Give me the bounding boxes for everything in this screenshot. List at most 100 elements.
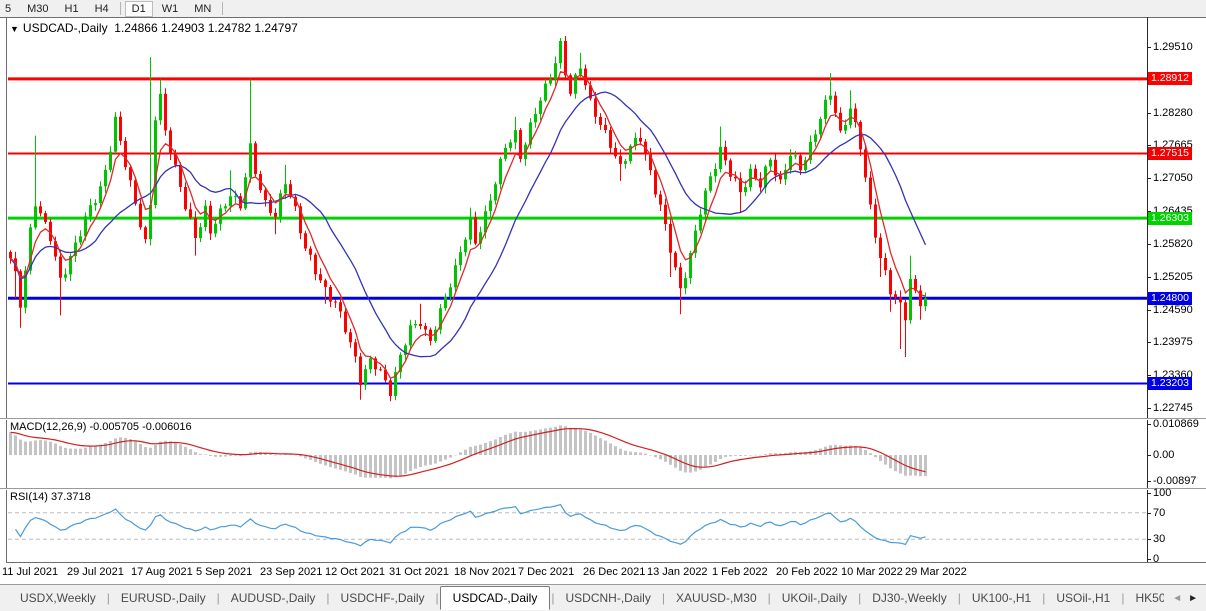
symbol-dropdown-icon[interactable]: ▼ bbox=[10, 24, 19, 34]
date-axis-label: 17 Aug 2021 bbox=[131, 566, 193, 578]
timeframe-button-mn[interactable]: MN bbox=[187, 1, 218, 17]
macd-histogram-bar bbox=[339, 455, 342, 470]
chart-tab-eurusd-daily[interactable]: EURUSD-,Daily bbox=[111, 588, 216, 608]
macd-histogram-bar bbox=[459, 452, 462, 455]
macd-histogram-bar bbox=[919, 455, 922, 477]
price-axis-tick: 1.25820 bbox=[1153, 238, 1193, 250]
macd-histogram-bar bbox=[639, 452, 642, 455]
tab-scroll-right-icon[interactable]: ► bbox=[1185, 593, 1201, 604]
macd-histogram-bar bbox=[614, 446, 617, 455]
macd-histogram-bar bbox=[924, 455, 927, 477]
candle-body bbox=[564, 41, 567, 76]
macd-histogram-bar bbox=[209, 455, 212, 456]
macd-histogram-bar bbox=[229, 455, 232, 457]
candle-body bbox=[124, 140, 127, 168]
candle-body bbox=[109, 151, 112, 170]
candle-body bbox=[154, 120, 157, 205]
date-axis-label: 10 Mar 2022 bbox=[841, 566, 903, 578]
candle-body bbox=[794, 155, 797, 157]
price-axis-tick: 1.28280 bbox=[1153, 107, 1193, 119]
candle-body bbox=[359, 356, 362, 386]
tab-scroll-left-icon[interactable]: ◄ bbox=[1169, 593, 1185, 604]
rsi-canvas[interactable] bbox=[8, 490, 1147, 562]
candle-body bbox=[829, 95, 832, 100]
macd-histogram-bar bbox=[274, 454, 277, 456]
candle-body bbox=[139, 203, 142, 228]
price-axis-tick: 1.22745 bbox=[1153, 402, 1193, 414]
chart-tab-usoil-h1[interactable]: USOil-,H1 bbox=[1046, 588, 1120, 608]
candle-body bbox=[339, 302, 342, 312]
candle-body bbox=[204, 205, 207, 228]
candle-body bbox=[474, 217, 477, 244]
macd-histogram-bar bbox=[44, 440, 47, 455]
macd-histogram-bar bbox=[484, 442, 487, 455]
macd-histogram-bar bbox=[664, 455, 667, 462]
macd-histogram-bar bbox=[584, 430, 587, 455]
candle-body bbox=[899, 297, 902, 303]
timeframe-button-h1[interactable]: H1 bbox=[58, 1, 86, 17]
macd-histogram-bar bbox=[759, 454, 762, 456]
candle-body bbox=[724, 146, 727, 161]
timeframe-button-h4[interactable]: H4 bbox=[88, 1, 116, 17]
macd-histogram-bar bbox=[364, 455, 367, 478]
macd-histogram-bar bbox=[29, 441, 32, 455]
toolbar-separator bbox=[222, 2, 224, 15]
macd-histogram-bar bbox=[404, 455, 407, 474]
timeframe-button-m30[interactable]: M30 bbox=[20, 1, 55, 17]
macd-histogram-bar bbox=[64, 447, 67, 455]
macd-histogram-bar bbox=[834, 444, 837, 455]
candle-body bbox=[904, 302, 907, 321]
macd-histogram-bar bbox=[89, 446, 92, 455]
macd-axis-tick-mark bbox=[1147, 481, 1151, 482]
macd-histogram-bar bbox=[49, 441, 52, 455]
price-level-tag: 1.27515 bbox=[1148, 147, 1192, 160]
chart-tab-usdcnh-daily[interactable]: USDCNH-,Daily bbox=[555, 588, 660, 608]
candle-body bbox=[444, 297, 447, 309]
macd-histogram-bar bbox=[734, 455, 737, 456]
chart-tab-usdcad-daily[interactable]: USDCAD-,Daily bbox=[439, 586, 551, 610]
chart-tab-xauusd-m30[interactable]: XAUUSD-,M30 bbox=[666, 588, 767, 608]
macd-histogram-bar bbox=[39, 440, 42, 455]
macd-histogram-bar bbox=[69, 448, 72, 455]
macd-histogram-bar bbox=[514, 431, 517, 455]
date-axis-label: 11 Jul 2021 bbox=[2, 566, 59, 578]
chart-title-symbol: USDCAD-,Daily bbox=[22, 21, 108, 35]
macd-histogram-bar bbox=[344, 455, 347, 472]
candle-body bbox=[59, 256, 62, 278]
timeframe-button-w1[interactable]: W1 bbox=[155, 1, 186, 17]
macd-histogram-bar bbox=[869, 453, 872, 455]
candle-body bbox=[674, 252, 677, 268]
macd-histogram-bar bbox=[174, 442, 177, 455]
macd-histogram-bar bbox=[879, 455, 882, 462]
macd-histogram-bar bbox=[419, 455, 422, 467]
chart-tab-usdx-weekly[interactable]: USDX,Weekly bbox=[10, 588, 106, 608]
main-chart-canvas[interactable] bbox=[8, 18, 1147, 418]
candle-body bbox=[659, 194, 662, 205]
price-axis-tick: 1.27050 bbox=[1153, 172, 1193, 184]
macd-histogram-bar bbox=[109, 441, 112, 455]
candle-body bbox=[144, 227, 147, 240]
macd-histogram-bar bbox=[234, 455, 237, 456]
macd-histogram-bar bbox=[764, 454, 767, 455]
macd-histogram-bar bbox=[744, 455, 747, 456]
timeframe-button-5[interactable]: 5 bbox=[0, 1, 18, 17]
macd-histogram-bar bbox=[564, 426, 567, 455]
chart-tab-audusd-daily[interactable]: AUDUSD-,Daily bbox=[221, 588, 326, 608]
chart-tab-usdchf-daily[interactable]: USDCHF-,Daily bbox=[331, 588, 435, 608]
chart-tab-uk100-h1[interactable]: UK100-,H1 bbox=[962, 588, 1041, 608]
candle-body bbox=[119, 116, 122, 141]
chart-tab-ukoil-daily[interactable]: UKOil-,Daily bbox=[772, 588, 857, 608]
macd-histogram-bar bbox=[719, 455, 722, 459]
candle-body bbox=[329, 287, 332, 302]
chart-tab-dj30-weekly[interactable]: DJ30-,Weekly bbox=[862, 588, 956, 608]
candle-body bbox=[534, 114, 537, 123]
macd-histogram-bar bbox=[589, 432, 592, 455]
candle-body bbox=[364, 369, 367, 386]
rsi-axis-tick: 30 bbox=[1153, 533, 1166, 545]
price-axis-tick: 1.29510 bbox=[1153, 41, 1193, 53]
macd-histogram-bar bbox=[874, 455, 877, 458]
macd-histogram-bar bbox=[754, 454, 757, 456]
timeframe-button-d1[interactable]: D1 bbox=[124, 0, 153, 17]
candle-body bbox=[864, 149, 867, 178]
candle-body bbox=[714, 169, 717, 177]
